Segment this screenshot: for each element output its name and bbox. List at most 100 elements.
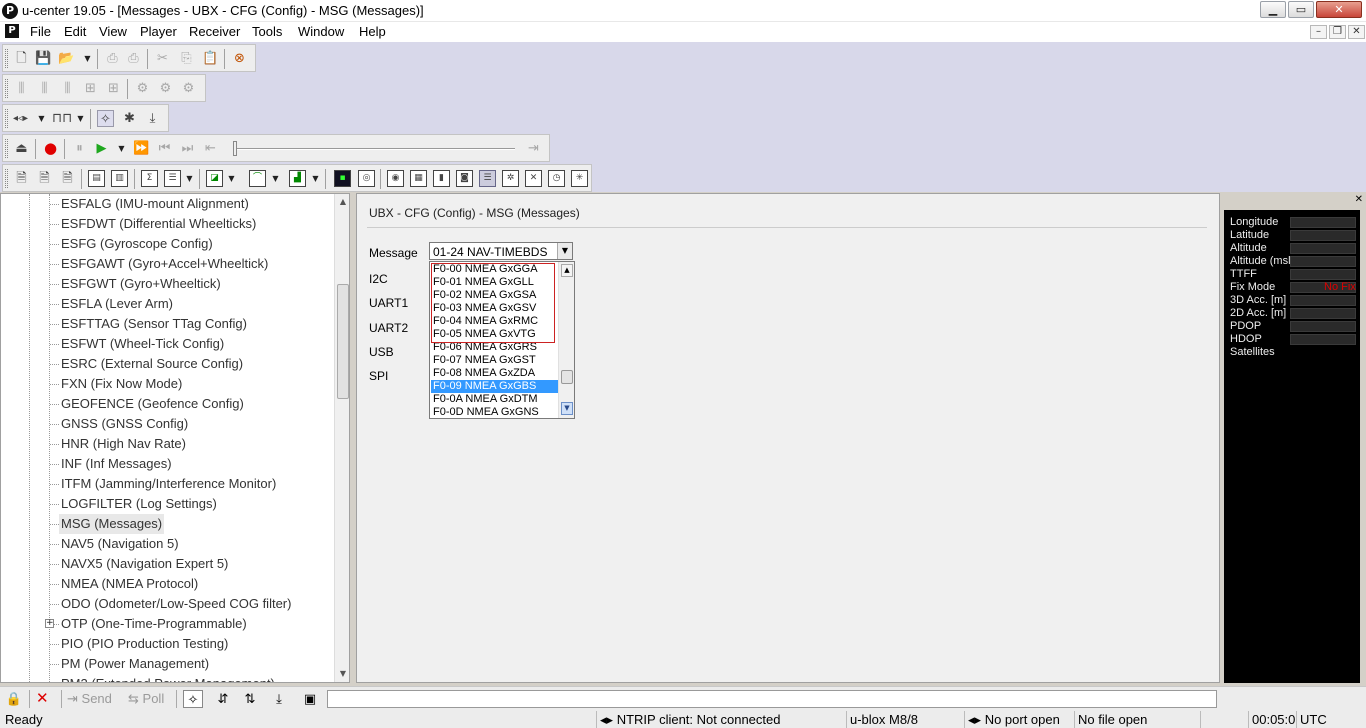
hex-view-icon[interactable]: ⫼ xyxy=(13,80,30,97)
menu-file[interactable]: File xyxy=(30,24,51,39)
tree-scrollbar-thumb[interactable] xyxy=(337,284,349,399)
port-dropdown-icon[interactable]: ▼ xyxy=(37,110,46,127)
dropdown-scrollbar-thumb[interactable] xyxy=(561,370,573,384)
save-config-icon[interactable]: ⤓ xyxy=(270,690,288,708)
step-back-icon[interactable]: ⏮ xyxy=(156,140,173,157)
tree-item[interactable]: NAV5 (Navigation 5) xyxy=(61,534,179,554)
playback-slider-handle[interactable] xyxy=(233,141,237,156)
document-icon[interactable]: P xyxy=(5,24,19,38)
histogram-icon[interactable]: ▟ xyxy=(289,170,306,187)
tree-expander-plus-icon[interactable]: + xyxy=(45,619,54,628)
new-file-icon[interactable]: 🗋 xyxy=(13,50,30,67)
eject-icon[interactable]: ⏏ xyxy=(13,140,30,157)
save-icon[interactable]: 💾 xyxy=(35,50,52,67)
menu-help[interactable]: Help xyxy=(359,24,386,39)
line-chart-dropdown-icon[interactable]: ▼ xyxy=(271,170,280,187)
tree-item[interactable]: ESFDWT (Differential Wheelticks) xyxy=(61,214,256,234)
menu-player[interactable]: Player xyxy=(140,24,177,39)
histogram-dropdown-icon[interactable]: ▼ xyxy=(311,170,320,187)
doc-b-icon[interactable]: 🗎 xyxy=(36,170,53,187)
message-dropdown-list[interactable]: F0-00 NMEA GxGGA F0-01 NMEA GxGLL F0-02 NM… xyxy=(429,261,575,419)
record-icon[interactable]: ● xyxy=(42,140,59,157)
minimize-button[interactable]: ▁ xyxy=(1260,1,1286,18)
chart-dropdown-icon[interactable]: ▼ xyxy=(227,170,236,187)
download-config-icon[interactable]: ⇅ xyxy=(241,690,259,708)
tree-item[interactable]: ESFLA (Lever Arm) xyxy=(61,294,173,314)
tree-item[interactable]: GNSS (GNSS Config) xyxy=(61,414,188,434)
menu-receiver[interactable]: Receiver xyxy=(189,24,240,39)
dropdown-option[interactable]: F0-09 NMEA GxGBS xyxy=(431,380,558,393)
close-button[interactable]: ✕ xyxy=(1316,1,1362,18)
clock-view-icon[interactable]: ◷ xyxy=(548,170,565,187)
toolbar-grip[interactable] xyxy=(5,49,8,68)
baudrate-icon[interactable]: ⊓⊓ xyxy=(52,110,72,127)
dropdown-option[interactable]: F0-0D NMEA GxGNS xyxy=(431,406,558,419)
tree-item[interactable]: ESFGAWT (Gyro+Accel+Wheeltick) xyxy=(61,254,268,274)
tree-item[interactable]: PIO (PIO Production Testing) xyxy=(61,634,228,654)
tree-item[interactable]: ESFGWT (Gyro+Wheeltick) xyxy=(61,274,221,294)
scroll-up-arrow-icon[interactable]: ▲ xyxy=(561,264,573,277)
dropdown-scrollbar[interactable]: ▲ ▼ xyxy=(558,262,574,418)
tree-item[interactable]: ESFTTAG (Sensor TTag Config) xyxy=(61,314,247,334)
map-view-icon[interactable]: ✕ xyxy=(525,170,542,187)
tree-item[interactable]: LOGFILTER (Log Settings) xyxy=(61,494,217,514)
message-select[interactable]: 01-24 NAV-TIMEBDS ▼ xyxy=(429,242,573,260)
settings-alt-icon[interactable]: ⚙ xyxy=(157,80,174,97)
menu-tools[interactable]: Tools xyxy=(252,24,282,39)
compass-view-icon[interactable]: ◎ xyxy=(358,170,375,187)
message-tree[interactable]: ESFALG (IMU-mount Alignment) ESFDWT (Diff… xyxy=(0,193,350,683)
tree-item[interactable]: OTP (One-Time-Programmable) xyxy=(61,614,247,634)
tree-item[interactable]: FXN (Fix Now Mode) xyxy=(61,374,182,394)
doc-c-icon[interactable]: 🗎 xyxy=(59,170,76,187)
c-view-icon[interactable]: ⫼ xyxy=(59,80,76,97)
chart-view-icon[interactable]: ◪ xyxy=(206,170,223,187)
tree-item[interactable]: ESFALG (IMU-mount Alignment) xyxy=(61,194,249,214)
tree-item[interactable]: MSG (Messages) xyxy=(59,514,165,534)
tree-item[interactable]: GEOFENCE (Geofence Config) xyxy=(61,394,244,414)
mdi-close-button[interactable]: ✕ xyxy=(1348,25,1365,39)
ublox-connect-icon[interactable]: ⊗ xyxy=(231,50,248,67)
scroll-down-arrow-icon[interactable]: ▼ xyxy=(561,402,573,415)
maximize-button[interactable]: ▭ xyxy=(1288,1,1314,18)
tree-item[interactable]: ESRC (External Source Config) xyxy=(61,354,243,374)
playback-slider[interactable] xyxy=(235,148,515,150)
toolbar-grip[interactable] xyxy=(5,169,8,188)
messages-view-icon[interactable]: ☰ xyxy=(479,170,496,187)
sky-view-icon[interactable]: ◉ xyxy=(387,170,404,187)
doc-a-icon[interactable]: 🗎 xyxy=(13,170,30,187)
signal-view-icon[interactable]: ▮ xyxy=(433,170,450,187)
tree-item[interactable]: HNR (High Nav Rate) xyxy=(61,434,186,454)
line-chart-icon[interactable]: ⌒ xyxy=(249,170,266,187)
w-view-icon[interactable]: ⫼ xyxy=(36,80,53,97)
settings-icon[interactable]: ⚙ xyxy=(134,80,151,97)
satellite-view-icon[interactable]: ✲ xyxy=(502,170,519,187)
data-view-icon[interactable]: ▦ xyxy=(410,170,427,187)
cut-icon[interactable]: ✂ xyxy=(154,50,171,67)
camera-view-icon[interactable]: ◙ xyxy=(456,170,473,187)
print-preview-icon[interactable]: ⎙ xyxy=(125,50,142,67)
menu-window[interactable]: Window xyxy=(298,24,344,39)
command-input[interactable] xyxy=(327,690,1217,708)
camera-icon[interactable]: ▣ xyxy=(301,690,319,708)
tree-item[interactable]: NMEA (NMEA Protocol) xyxy=(61,574,198,594)
binary-view-icon[interactable]: ▥ xyxy=(111,170,128,187)
copy-icon[interactable]: ⎘ xyxy=(178,50,195,67)
print-icon[interactable]: ⎙ xyxy=(104,50,121,67)
deviation-view-icon[interactable]: ✳ xyxy=(571,170,588,187)
upload-config-icon[interactable]: ⇵ xyxy=(214,690,232,708)
play-icon[interactable]: ▶ xyxy=(93,140,110,157)
open-dropdown-icon[interactable]: ▼ xyxy=(83,50,92,67)
tree-scrollbar[interactable]: ▲ ▼ xyxy=(334,194,349,682)
cancel-icon[interactable]: ✕ xyxy=(36,690,49,708)
menu-edit[interactable]: Edit xyxy=(64,24,86,39)
autobaud-wand-icon[interactable]: ✧ xyxy=(97,110,114,127)
play-dropdown-icon[interactable]: ▼ xyxy=(117,140,126,157)
toolbar-grip[interactable] xyxy=(5,139,8,158)
step-forward-icon[interactable]: ⏭ xyxy=(179,140,196,157)
dropdown-option[interactable]: F0-08 NMEA GxZDA xyxy=(431,367,558,380)
toolbar-grip[interactable] xyxy=(5,109,8,128)
send-button[interactable]: ⇥ Send xyxy=(67,690,112,708)
download-icon[interactable]: ⤓ xyxy=(144,110,161,127)
tree-item[interactable]: ESFWT (Wheel-Tick Config) xyxy=(61,334,224,354)
rewind-start-icon[interactable]: ⇤ xyxy=(202,140,219,157)
